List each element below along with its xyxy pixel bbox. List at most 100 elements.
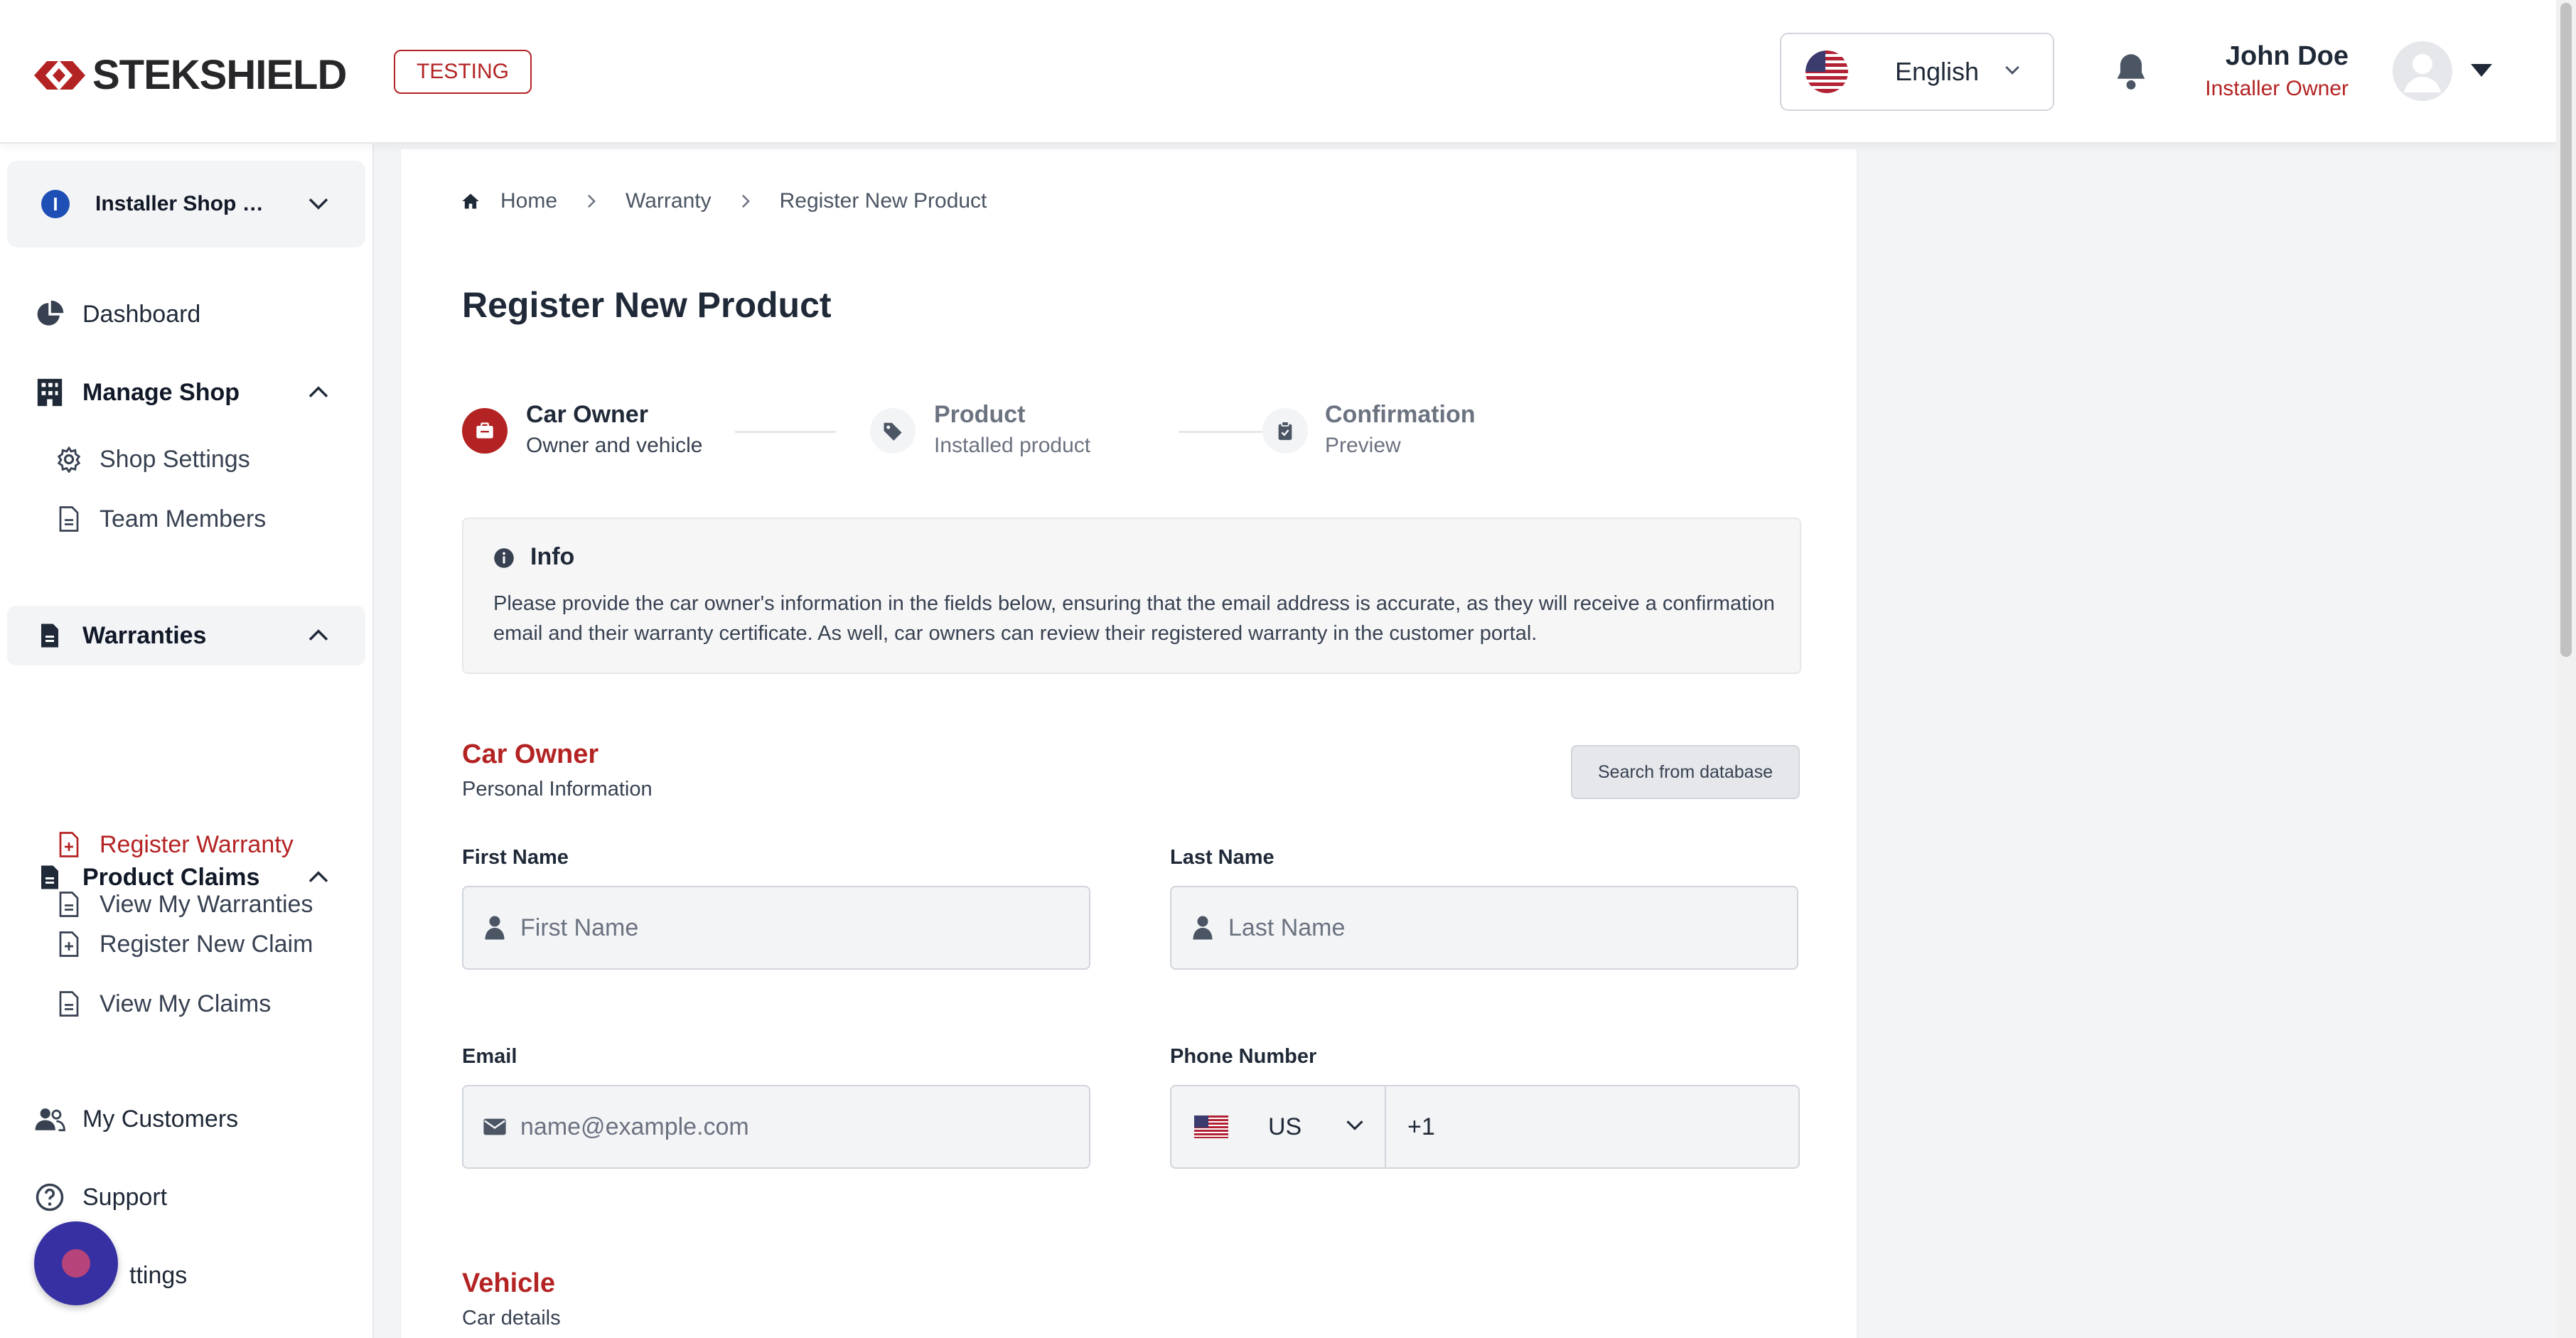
step-subtitle: Installed product (934, 434, 1091, 457)
step-connector (735, 431, 836, 433)
vehicle-section-title: Vehicle (462, 1268, 555, 1298)
breadcrumb-warranty[interactable]: Warranty (626, 189, 712, 213)
language-selector[interactable]: English (1780, 33, 2054, 111)
sidebar-item-label: Support (82, 1183, 168, 1211)
step-title: Car Owner (526, 401, 648, 428)
breadcrumb: Home Warranty Register New Product (461, 189, 987, 213)
sidebar-item-label: Warranties (82, 621, 207, 649)
sidebar-item-team-members[interactable]: Team Members (7, 492, 365, 546)
shop-selector-label: Installer Shop M... (95, 192, 273, 215)
sidebar-item-label: My Customers (82, 1105, 239, 1133)
last-name-field[interactable] (1227, 913, 1770, 943)
document-plus-icon (55, 931, 82, 958)
breadcrumb-current: Register New Product (779, 189, 987, 213)
chevron-up-icon (308, 629, 328, 641)
chevron-down-icon (2005, 65, 2019, 75)
sidebar-item-label: View My Claims (100, 990, 272, 1017)
notification-bell-icon[interactable] (2113, 51, 2150, 91)
sidebar-item-manage-shop[interactable]: Manage Shop (7, 363, 365, 422)
user-name[interactable]: John Doe (2226, 41, 2349, 72)
phone-number-field[interactable]: +1 (1407, 1086, 1435, 1167)
sidebar-item-label: Product Claims (82, 863, 260, 891)
sidebar-item-support[interactable]: Support (7, 1167, 365, 1227)
chevron-right-icon (588, 194, 596, 208)
step-title: Product (934, 401, 1026, 428)
us-flag-icon (1805, 50, 1848, 93)
car-owner-section-subtitle: Personal Information (462, 778, 653, 801)
sidebar-item-shop-settings[interactable]: Shop Settings (7, 432, 365, 486)
sidebar-item-label: ttings (129, 1261, 188, 1289)
shield-logo-icon (34, 60, 85, 90)
breadcrumb-home[interactable]: Home (500, 189, 557, 213)
sidebar-item-label: Register New Claim (100, 930, 313, 958)
sidebar-item-view-my-claims[interactable]: View My Claims (7, 977, 365, 1031)
phone-field-wrapper: US +1 (1170, 1085, 1800, 1169)
user-menu-caret-icon[interactable] (2469, 63, 2494, 78)
step-subtitle: Owner and vehicle (526, 434, 703, 457)
info-body: Please provide the car owner's informati… (493, 592, 1775, 645)
first-name-label: First Name (462, 846, 569, 869)
country-code-label: US (1268, 1113, 1302, 1140)
car-owner-section-title: Car Owner (462, 739, 599, 769)
info-alert: Info Please provide the car owner's info… (462, 518, 1801, 674)
building-icon (34, 377, 65, 408)
document-icon (55, 505, 82, 532)
user-role: Installer Owner (2205, 77, 2349, 100)
search-from-database-button[interactable]: Search from database (1571, 745, 1800, 799)
step-confirmation-icon (1262, 408, 1308, 454)
sidebar-item-dashboard[interactable]: Dashboard (7, 284, 365, 344)
step-title: Confirmation (1325, 401, 1476, 428)
us-flag-icon (1194, 1115, 1228, 1138)
document-icon (55, 990, 82, 1017)
environment-badge: TESTING (394, 50, 532, 94)
sidebar-item-warranties[interactable]: Warranties (7, 606, 365, 665)
sidebar-item-label: Dashboard (82, 300, 201, 328)
chevron-up-icon (308, 386, 328, 397)
info-icon (494, 548, 514, 568)
email-field-wrapper (462, 1085, 1090, 1169)
envelope-icon (481, 1113, 509, 1141)
progress-stepper: Car Owner Owner and vehicle Product Inst… (462, 394, 1813, 472)
sidebar-item-label: Manage Shop (82, 378, 240, 406)
chevron-down-icon (1346, 1120, 1363, 1130)
step-car-owner-icon (462, 408, 508, 454)
country-code-select[interactable]: US (1171, 1086, 1386, 1167)
avatar[interactable] (2393, 41, 2452, 101)
email-field[interactable] (519, 1112, 1062, 1142)
users-icon (34, 1103, 65, 1135)
shop-selector[interactable]: I Installer Shop M... (7, 161, 365, 247)
chevron-down-icon (308, 198, 328, 210)
sidebar-item-register-new-claim[interactable]: Register New Claim (7, 917, 365, 971)
info-title: Info (530, 543, 575, 570)
user-icon (1188, 914, 1217, 942)
main-content: Home Warranty Register New Product Regis… (399, 149, 1858, 1338)
page-scrollbar[interactable] (2556, 0, 2576, 1338)
scrollbar-thumb[interactable] (2560, 3, 2572, 657)
phone-number-label: Phone Number (1170, 1045, 1317, 1068)
email-label: Email (462, 1045, 517, 1068)
document-icon (34, 862, 65, 893)
step-subtitle: Preview (1325, 434, 1401, 457)
chevron-right-icon (741, 194, 750, 208)
sidebar-item-my-customers[interactable]: My Customers (7, 1089, 365, 1149)
last-name-field-wrapper (1170, 886, 1798, 970)
vehicle-section-subtitle: Car details (462, 1307, 561, 1329)
pie-chart-icon (34, 299, 65, 330)
document-icon (34, 620, 65, 651)
page-title: Register New Product (462, 285, 832, 325)
gear-icon (55, 446, 82, 473)
first-name-field[interactable] (519, 913, 1062, 943)
home-icon[interactable] (461, 191, 481, 211)
brand-name: STEKSHIELD (92, 52, 347, 98)
step-product-icon (870, 408, 916, 454)
sidebar: I Installer Shop M... Dashboard Manage S… (0, 144, 374, 1338)
chat-launcher-button[interactable] (34, 1221, 118, 1305)
chat-launcher-icon (62, 1249, 90, 1278)
user-icon (481, 914, 509, 942)
last-name-label: Last Name (1170, 846, 1274, 869)
sidebar-item-product-claims[interactable]: Product Claims (7, 847, 365, 907)
top-header: STEKSHIELD TESTING English John Doe Inst… (0, 0, 2556, 144)
language-label: English (1895, 57, 1980, 86)
brand-logo[interactable]: STEKSHIELD (31, 51, 347, 99)
question-icon (34, 1182, 65, 1213)
